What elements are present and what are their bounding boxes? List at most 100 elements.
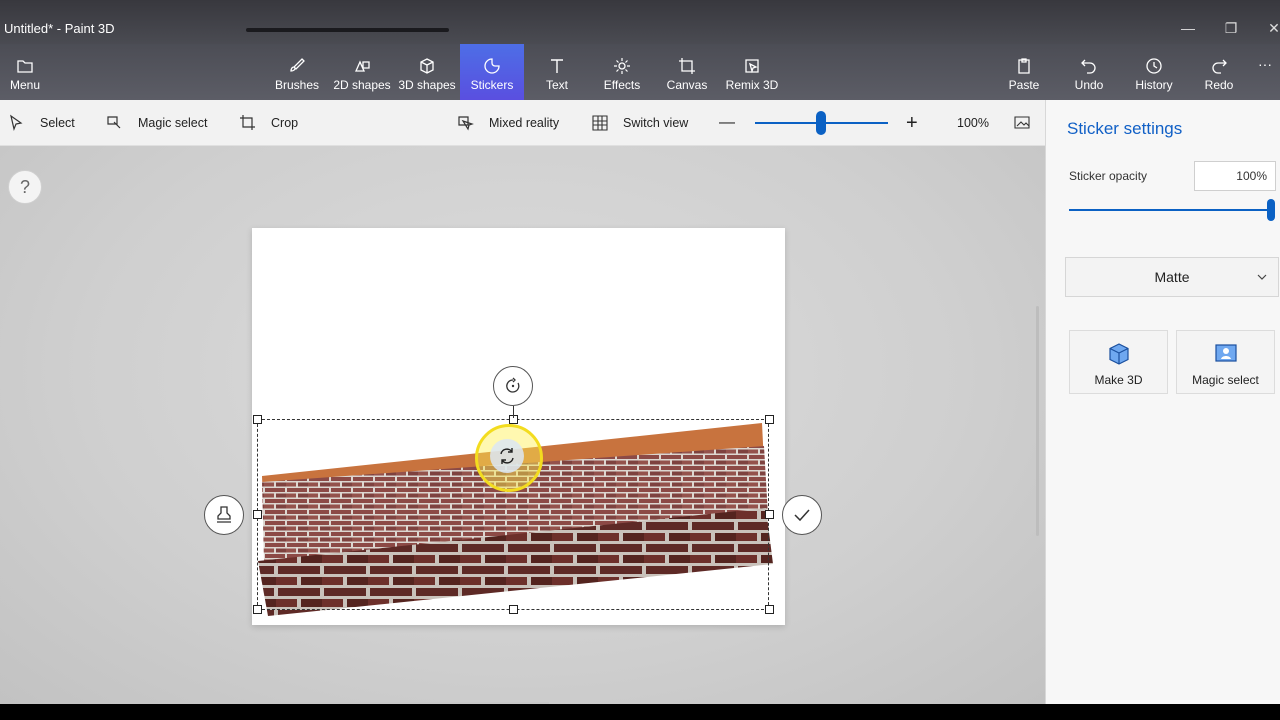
commit-button[interactable]: [782, 495, 822, 535]
switch-view-button[interactable]: Switch view: [591, 112, 688, 134]
2d-shapes-icon: [330, 56, 394, 76]
opacity-input[interactable]: 100%: [1194, 161, 1276, 191]
more-icon: ···: [1258, 56, 1272, 72]
title-bar: Untitled* - Paint 3D — ❐ ✕: [0, 0, 1280, 44]
tab-effects-label: Effects: [603, 78, 641, 92]
paste-label: Paste: [1008, 78, 1040, 92]
folder-icon: [0, 56, 57, 76]
tab-text[interactable]: Text: [525, 44, 589, 100]
switch-view-label: Switch view: [623, 116, 689, 130]
stickers-icon: [460, 56, 524, 76]
image-view-icon: [1014, 116, 1030, 129]
checkmark-icon: [794, 509, 810, 522]
paste-button[interactable]: Paste: [992, 44, 1056, 100]
menu-button[interactable]: Menu: [0, 44, 57, 100]
panel-title: Sticker settings: [1067, 119, 1183, 138]
tab-3d-shapes-label: 3D shapes: [398, 78, 456, 92]
mixed-reality-button[interactable]: Mixed reality: [457, 112, 559, 134]
window-title: Untitled* - Paint 3D: [4, 21, 115, 36]
tab-stickers[interactable]: Stickers: [460, 44, 524, 100]
remix-3d-icon: [720, 56, 784, 76]
sticker-settings-panel: Sticker settings Sticker opacity 100% Ma…: [1045, 100, 1280, 704]
tab-canvas-label: Canvas: [666, 78, 708, 92]
minimize-button[interactable]: —: [1180, 20, 1196, 36]
more-button[interactable]: ···: [1250, 44, 1280, 100]
tool-row: Select Magic select Crop Mixed reality S…: [0, 100, 1045, 146]
stamp-icon: [217, 506, 231, 523]
resize-handle[interactable]: [253, 510, 262, 519]
menu-label: Menu: [9, 78, 41, 92]
tab-3d-shapes[interactable]: 3D shapes: [395, 44, 459, 100]
tab-text-label: Text: [545, 78, 568, 92]
finish-dropdown[interactable]: Matte: [1065, 257, 1279, 297]
tab-brushes[interactable]: Brushes: [265, 44, 329, 100]
history-button[interactable]: History: [1122, 44, 1186, 100]
resize-handle[interactable]: [253, 605, 262, 614]
crop-tool[interactable]: Crop: [239, 112, 298, 134]
make-3d-label: Make 3D: [1094, 373, 1143, 387]
undo-label: Undo: [1074, 78, 1104, 92]
effects-icon: [590, 56, 654, 76]
finish-dropdown-value: Matte: [1154, 269, 1190, 285]
select-tool[interactable]: Select: [8, 112, 75, 134]
view-options-button[interactable]: [1013, 112, 1045, 134]
redo-icon: [1187, 56, 1251, 76]
tab-remix-3d-label: Remix 3D: [725, 78, 779, 92]
horizontal-scrollbar[interactable]: [254, 702, 549, 704]
redo-button[interactable]: Redo: [1187, 44, 1251, 100]
resize-handle[interactable]: [509, 605, 518, 614]
opacity-slider-track[interactable]: [1069, 209, 1269, 211]
close-button[interactable]: ✕: [1266, 20, 1280, 36]
history-label: History: [1135, 78, 1173, 92]
tab-stickers-label: Stickers: [470, 78, 514, 92]
grid-icon: [592, 115, 608, 131]
zoom-slider-thumb[interactable]: [816, 111, 826, 135]
stamp-button[interactable]: [204, 495, 244, 535]
opacity-label: Sticker opacity: [1069, 169, 1148, 183]
select-label: Select: [40, 116, 75, 130]
crop-label: Crop: [271, 116, 299, 130]
zoom-in-button[interactable]: +: [906, 112, 918, 134]
vertical-scrollbar[interactable]: [1036, 306, 1039, 536]
tab-brushes-label: Brushes: [274, 78, 320, 92]
history-icon: [1122, 56, 1186, 76]
resize-handle[interactable]: [765, 510, 774, 519]
mixed-reality-icon: [458, 116, 474, 131]
resize-handle[interactable]: [765, 415, 774, 424]
rotate-connector: [513, 406, 514, 418]
resize-handle[interactable]: [765, 605, 774, 614]
main-ribbon: Menu Brushes 2D shapes 3D shapes Sticker…: [0, 44, 1280, 100]
cube-icon: [1108, 343, 1129, 365]
tab-2d-shapes[interactable]: 2D shapes: [330, 44, 394, 100]
rotate-button[interactable]: [493, 366, 533, 406]
zoom-level: 100%: [957, 116, 989, 130]
select-arrow-icon: [10, 114, 23, 132]
tab-remix-3d[interactable]: Remix 3D: [720, 44, 784, 100]
magic-select-button[interactable]: Magic select: [1176, 330, 1275, 394]
rotate-icon: [506, 377, 520, 393]
canvas-icon: [655, 56, 719, 76]
3d-shapes-icon: [395, 56, 459, 76]
brush-icon: [265, 56, 329, 76]
undo-icon: [1057, 56, 1121, 76]
loading-bar: [246, 28, 449, 32]
mixed-reality-label: Mixed reality: [489, 116, 560, 130]
magic-select-tool[interactable]: Magic select: [106, 112, 207, 134]
restore-button[interactable]: ❐: [1223, 20, 1239, 36]
paste-icon: [992, 56, 1056, 76]
tab-canvas[interactable]: Canvas: [655, 44, 719, 100]
tab-2d-shapes-label: 2D shapes: [333, 78, 391, 92]
tab-effects[interactable]: Effects: [590, 44, 654, 100]
text-icon: [525, 56, 589, 76]
make-3d-button[interactable]: Make 3D: [1069, 330, 1168, 394]
resize-handle[interactable]: [253, 415, 262, 424]
magic-select-label: Magic select: [1192, 373, 1259, 387]
redo-label: Redo: [1204, 78, 1234, 92]
opacity-slider-thumb[interactable]: [1267, 199, 1275, 221]
magic-select-icon: [107, 116, 121, 129]
zoom-out-button[interactable]: —: [719, 112, 735, 134]
crop-icon: [240, 115, 255, 130]
rotate-cursor-icon: [490, 439, 524, 473]
undo-button[interactable]: Undo: [1057, 44, 1121, 100]
magic-select-icon: [1214, 344, 1237, 362]
